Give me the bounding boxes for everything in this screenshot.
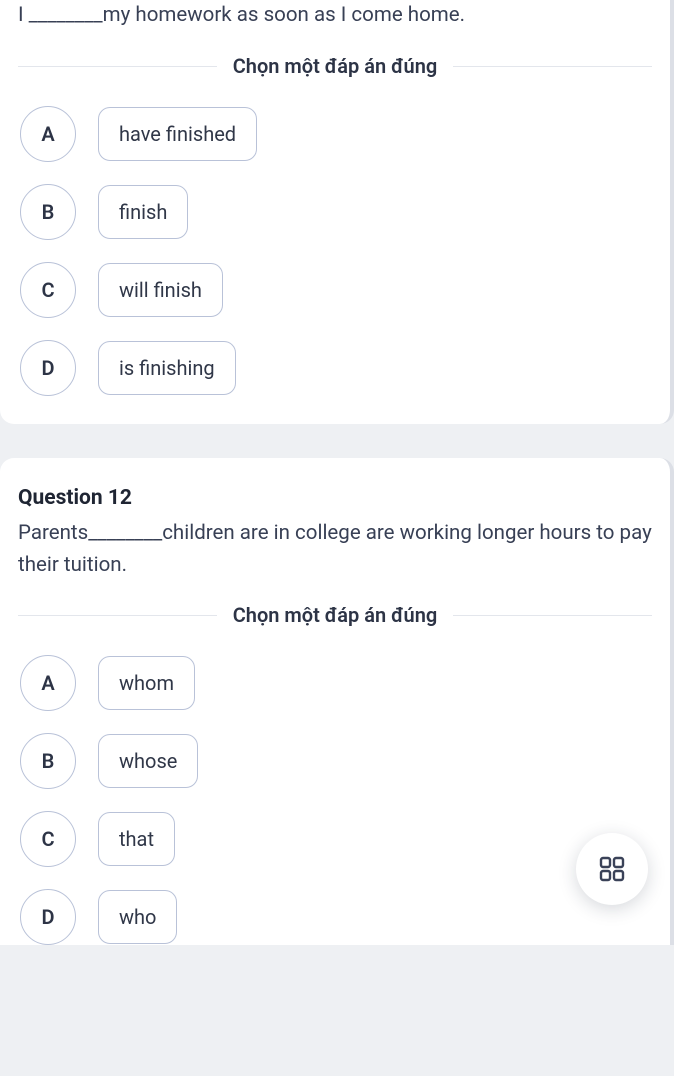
option-letter: C (20, 262, 76, 318)
option-letter: B (20, 733, 76, 789)
options-list: A whom B whose C that D who (18, 655, 652, 945)
question-11-card: I ________my homework as soon as I come … (0, 0, 674, 424)
option-text: have finished (98, 107, 257, 161)
option-text: is finishing (98, 341, 236, 395)
choose-prompt: Chọn một đáp án đúng (217, 603, 454, 627)
quiz-page: I ________my homework as soon as I come … (0, 0, 674, 975)
grid-view-button[interactable] (576, 833, 648, 905)
option-d[interactable]: D who (20, 889, 652, 945)
question-text: I ________my homework as soon as I come … (18, 0, 652, 32)
option-text: whose (98, 734, 198, 788)
option-text: who (98, 890, 177, 944)
option-d[interactable]: D is finishing (20, 340, 652, 396)
option-a[interactable]: A have finished (20, 106, 652, 162)
question-title: Question 12 (18, 486, 652, 510)
option-letter: D (20, 889, 76, 945)
question-text: Parents________children are in college a… (18, 518, 652, 582)
choose-prompt: Chọn một đáp án đúng (217, 54, 454, 78)
divider: Chọn một đáp án đúng (18, 603, 652, 627)
option-b[interactable]: B finish (20, 184, 652, 240)
question-12-card: Question 12 Parents________children are … (0, 458, 674, 946)
option-letter: B (20, 184, 76, 240)
option-text: finish (98, 185, 188, 239)
option-text: will finish (98, 263, 223, 317)
option-letter: C (20, 811, 76, 867)
option-text: that (98, 812, 175, 866)
option-letter: A (20, 106, 76, 162)
option-b[interactable]: B whose (20, 733, 652, 789)
option-text: whom (98, 656, 195, 710)
option-c[interactable]: C will finish (20, 262, 652, 318)
option-letter: D (20, 340, 76, 396)
option-letter: A (20, 655, 76, 711)
option-c[interactable]: C that (20, 811, 652, 867)
grid-icon (598, 855, 626, 883)
options-list: A have finished B finish C will finish D… (18, 106, 652, 396)
divider: Chọn một đáp án đúng (18, 54, 652, 78)
option-a[interactable]: A whom (20, 655, 652, 711)
